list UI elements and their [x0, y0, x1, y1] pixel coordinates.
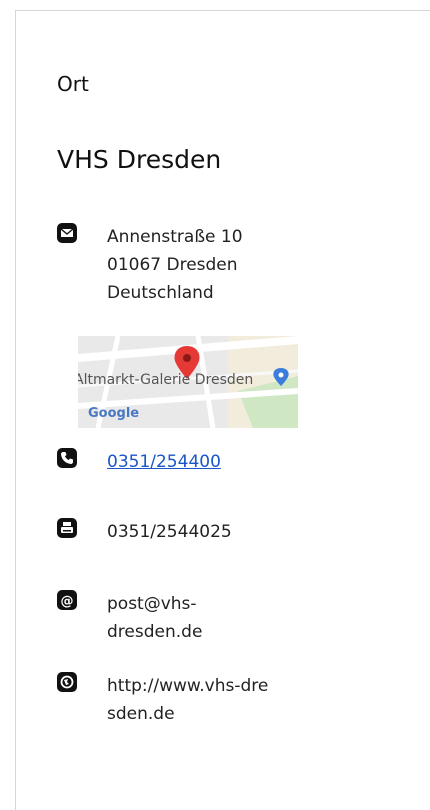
venue-name: VHS Dresden [57, 145, 222, 174]
at-sign-icon: @ [57, 590, 77, 610]
phone-icon [57, 448, 77, 468]
globe-icon [57, 672, 77, 692]
phone-link[interactable]: 0351/254400 [107, 448, 221, 476]
printer-icon [57, 518, 77, 538]
map-thumbnail[interactable]: Altmarkt-Galerie Dresden Google [78, 336, 298, 428]
map-place-label: Altmarkt-Galerie Dresden [78, 372, 254, 388]
email-address[interactable]: post@vhs- dresden.de [107, 590, 202, 646]
address-text: Annenstraße 10 01067 Dresden Deutschland [107, 227, 243, 303]
website-url[interactable]: http://www.vhs-dre sden.de [107, 672, 268, 728]
envelope-icon [57, 223, 77, 243]
svg-text:@: @ [61, 594, 74, 609]
fax-number: 0351/2544025 [107, 522, 232, 542]
google-logo: Google [88, 406, 140, 421]
section-label: Ort [57, 72, 89, 96]
